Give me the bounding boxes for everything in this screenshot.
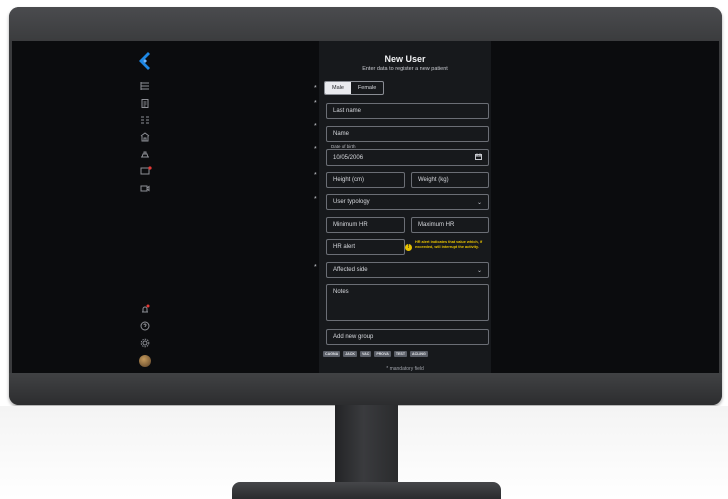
- required-marker: *: [314, 123, 317, 130]
- add-group-field[interactable]: Add new group: [326, 329, 489, 345]
- page-subtitle: Enter data to register a new patient: [362, 66, 448, 72]
- affected-side-label: Affected side: [333, 267, 368, 273]
- bell-alert-icon[interactable]: [140, 304, 150, 314]
- maximum-hr-field[interactable]: Maximum HR: [411, 217, 489, 233]
- gender-option-male[interactable]: Male: [325, 82, 351, 94]
- group-tag[interactable]: ACLING: [410, 351, 428, 357]
- monitor-stand-base: [232, 482, 501, 499]
- building-icon[interactable]: [140, 132, 150, 142]
- user-typology-select[interactable]: User typology ⌄: [326, 194, 489, 210]
- chevron-down-icon: ⌄: [476, 199, 482, 206]
- notes-field[interactable]: Notes: [326, 284, 489, 321]
- affected-side-select[interactable]: Affected side ⌄: [326, 262, 489, 278]
- required-marker: *: [314, 196, 317, 203]
- clipboard-icon[interactable]: [140, 98, 150, 108]
- group-tag[interactable]: PROVA: [374, 351, 391, 357]
- date-of-birth-label: Date of birth: [329, 144, 358, 149]
- group-tag[interactable]: CAGNA: [323, 351, 341, 357]
- last-name-field[interactable]: Last name: [326, 103, 489, 119]
- required-marker: *: [314, 146, 317, 153]
- minimum-hr-field[interactable]: Minimum HR: [326, 217, 405, 233]
- monitor-alert-icon[interactable]: [140, 166, 152, 176]
- monitor-chin: [9, 373, 722, 405]
- chevron-down-icon: ⌄: [476, 267, 482, 274]
- group-tag[interactable]: JACK: [343, 351, 357, 357]
- device-icon[interactable]: [140, 149, 150, 159]
- monitor-stand-neck: [335, 405, 398, 485]
- calendar-icon[interactable]: [475, 153, 482, 162]
- page-title: New User: [384, 54, 426, 64]
- mandatory-footnote: * mandatory field: [386, 366, 424, 372]
- monitor-top-bezel: [9, 7, 722, 41]
- monitor: New User Enter data to register a new pa…: [9, 7, 722, 405]
- video-icon[interactable]: [140, 183, 150, 193]
- avatar[interactable]: [139, 355, 151, 367]
- hr-alert-field[interactable]: HR alert: [326, 239, 405, 255]
- group-tags: CAGNA JACK VAC PROVA TEST ACLING: [323, 351, 428, 357]
- new-user-panel: New User Enter data to register a new pa…: [314, 41, 491, 373]
- date-of-birth-field[interactable]: 10/05/2006: [326, 149, 489, 166]
- help-icon[interactable]: [140, 321, 150, 331]
- required-marker: *: [314, 85, 317, 92]
- settings-icon[interactable]: [140, 338, 150, 348]
- user-typology-label: User typology: [333, 199, 370, 205]
- gender-toggle[interactable]: Male Female: [324, 81, 385, 95]
- app-logo-icon[interactable]: [138, 52, 150, 70]
- required-marker: *: [314, 100, 317, 107]
- hr-alert-note: HR alert indicates that value which, if …: [415, 240, 483, 249]
- list-icon[interactable]: [140, 81, 150, 91]
- date-of-birth-value: 10/05/2006: [333, 154, 364, 161]
- screen: New User Enter data to register a new pa…: [12, 41, 719, 373]
- required-marker: *: [314, 264, 317, 271]
- height-field[interactable]: Height (cm): [326, 172, 405, 188]
- gender-option-female[interactable]: Female: [351, 82, 383, 94]
- group-tag[interactable]: VAC: [359, 351, 372, 357]
- name-field[interactable]: Name: [326, 126, 489, 142]
- weight-field[interactable]: Weight (kg): [411, 172, 489, 188]
- info-icon: !: [405, 244, 412, 251]
- required-marker: *: [314, 172, 317, 179]
- group-tag[interactable]: TEST: [393, 351, 408, 357]
- tasks-icon[interactable]: [140, 115, 150, 125]
